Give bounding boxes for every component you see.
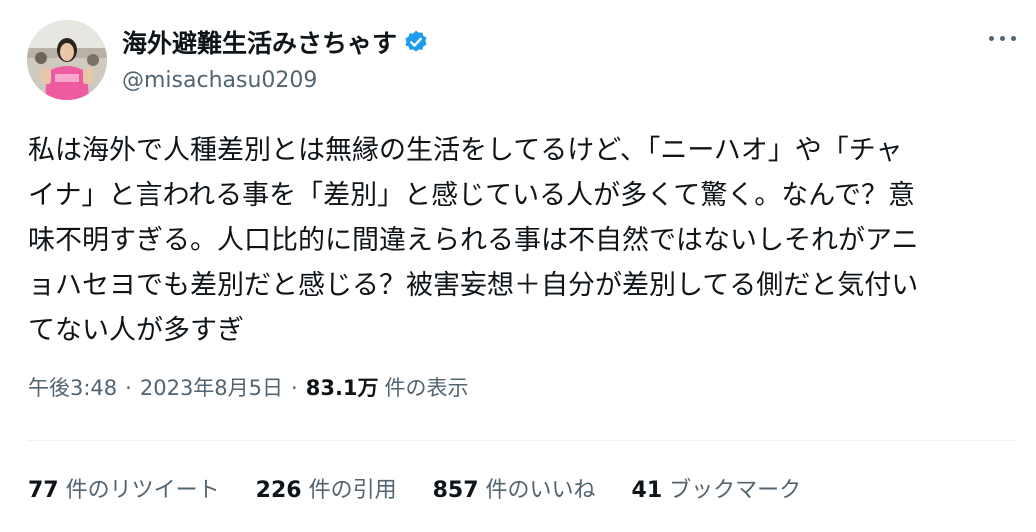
likes-count: 857 xyxy=(432,478,479,503)
tweet-text-line: ョハセヨでも差別だと感じる？被害妄想＋自分が差別してる側だと気付い xyxy=(28,270,919,301)
engagement-stats: 77 件のリツイート 226 件の引用 857 件のいいね 41 ブックマーク xyxy=(28,472,837,504)
retweets-count: 77 xyxy=(28,478,59,503)
likes-label: 件のいいね xyxy=(485,478,596,503)
more-dot xyxy=(999,35,1005,41)
retweets-stat[interactable]: 77 件のリツイート xyxy=(28,472,220,504)
views-label: 件の表示 xyxy=(384,376,469,400)
quotes-stat[interactable]: 226 件の引用 xyxy=(256,472,397,504)
user-handle[interactable]: @misachasu0209 xyxy=(122,68,429,93)
tweet-date[interactable]: 2023年8月5日 xyxy=(140,372,283,402)
display-name[interactable]: 海外避難生活みさちゃす xyxy=(122,24,397,60)
bookmarks-count: 41 xyxy=(631,478,663,503)
tweet-text-line: 私は海外で人種差別とは無縁の生活をしてるけど、「ニーハオ」や「チャ xyxy=(28,135,903,166)
meta-separator: · xyxy=(291,376,298,400)
verified-badge-icon[interactable] xyxy=(403,29,429,55)
retweets-label: 件のリツイート xyxy=(65,478,220,503)
divider xyxy=(28,440,1018,441)
quotes-label: 件の引用 xyxy=(308,478,397,503)
tweet-text-line: 味不明すぎる。人口比的に間違えられる事は不自然ではないしそれがアニ xyxy=(28,225,919,256)
avatar-image xyxy=(27,20,107,100)
avatar[interactable] xyxy=(27,20,107,100)
bookmarks-label: ブックマーク xyxy=(669,478,802,503)
bookmarks-stat[interactable]: 41 ブックマーク xyxy=(632,472,802,504)
tweet-card: 海外避難生活みさちゃす @misachasu0209 私は海外で人種差別とは無縁… xyxy=(0,0,1036,532)
quotes-count: 226 xyxy=(255,478,302,503)
tweet-text-line: てない人が多すぎ xyxy=(28,315,244,346)
meta-separator: · xyxy=(125,376,132,400)
tweet-time[interactable]: 午後3:48 xyxy=(28,372,117,402)
views-count: 83.1万 xyxy=(305,376,379,400)
more-dot xyxy=(988,35,994,41)
likes-stat[interactable]: 857 件のいいね xyxy=(433,472,596,504)
name-row: 海外避難生活みさちゃす xyxy=(122,24,429,60)
tweet-text: 私は海外で人種差別とは無縁の生活をしてるけど、「ニーハオ」や「チャ イナ」と言わ… xyxy=(28,128,1018,353)
more-dot xyxy=(1010,35,1016,41)
more-horizontal-icon[interactable] xyxy=(982,26,1022,50)
author-block: 海外避難生活みさちゃす @misachasu0209 xyxy=(122,24,429,93)
tweet-text-line: イナ」と言われる事を「差別」と感じている人が多くて驚く。なんで？意 xyxy=(28,180,915,211)
tweet-meta: 午後3:48 · 2023年8月5日 · 83.1万 件の表示 xyxy=(28,372,469,402)
